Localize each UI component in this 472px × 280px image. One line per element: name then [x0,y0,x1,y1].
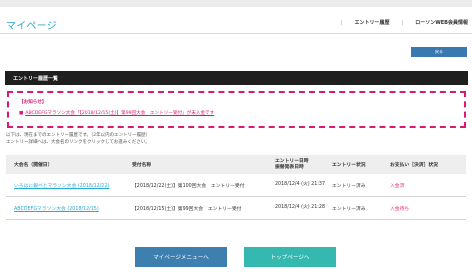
col-header-status: エントリー状況 [332,163,366,168]
notice-link-text: ABCDEFGマラソン大会「【2018/12/15(土)】第99回大会 エントリ… [25,111,215,116]
reception-name: 【2018/12/15(土)】第99回大会 エントリー受付 [132,206,242,212]
entry-datetime: 2018/12/4 (火) 21:37 [275,182,326,187]
event-link[interactable]: ABCDEFGマラソン大会 (2018/12/15) [6,205,132,212]
top-page-button[interactable]: トップページへ [244,247,336,267]
description: 以下は、現在までのエントリー履歴です。（2年以内のエントリー履歴） エントリー詳… [6,133,150,146]
description-line: 以下は、現在までのエントリー履歴です。（2年以内のエントリー履歴） [6,133,151,138]
reception-name: 【2018/12/22(土)】第100回大会 エントリー受付 [132,183,245,189]
top-strip [0,0,472,7]
nav-separator: | [401,19,404,26]
section-header: エントリー履歴一覧 [5,71,468,85]
square-icon: ■ [19,111,24,116]
table-row: いろはに銀ペとマラソン大会 (2018/12/22) 【2018/12/22(土… [6,174,466,197]
close-button[interactable]: 戻る [411,47,467,57]
col-header-event: 大会名（開催日） [14,163,53,168]
notice-box: 【お知らせ】 ■ ABCDEFGマラソン大会「【2018/12/15(土)】第99… [7,91,466,128]
divider [0,33,472,34]
entry-status: エントリー済み [332,183,366,189]
nav-entry-history[interactable]: エントリー履歴 [355,19,390,26]
col-header-datetime: エントリー日時 振替発表日時 [275,158,309,170]
description-line: エントリー詳細へは、大会名のリンクをクリックしてお進みください。 [6,139,150,145]
table-row: ABCDEFGマラソン大会 (2018/12/15) 【2018/12/15(土… [6,197,466,220]
payment-status: 入金待ち [390,206,410,212]
entry-status: エントリー済み [332,206,366,212]
nav-separator: | [340,19,343,26]
entry-table: 大会名（開催日） 受付名称 エントリー日時 振替発表日時 エントリー状況 お支払… [6,155,466,220]
entry-datetime: 2018/12/4 (火) 21:28 [275,205,326,210]
top-nav: | エントリー履歴 | ローソンWEB会員情報 [340,19,468,27]
col-header-payment: お支払い［決済］状況 [390,163,438,168]
mypage-menu-button[interactable]: マイページメニューへ [135,247,227,267]
payment-status: 入金済 [390,183,405,189]
notice-title: 【お知らせ】 [19,100,47,105]
notice-link[interactable]: ■ ABCDEFGマラソン大会「【2018/12/15(土)】第99回大会 エント… [19,110,454,116]
table-header: 大会名（開催日） 受付名称 エントリー日時 振替発表日時 エントリー状況 お支払… [6,155,466,174]
col-header-reception: 受付名称 [132,163,152,168]
page-title: マイページ [6,21,57,32]
event-link[interactable]: いろはに銀ペとマラソン大会 (2018/12/22) [6,182,132,189]
nav-member-info[interactable]: ローソンWEB会員情報 [415,19,468,26]
